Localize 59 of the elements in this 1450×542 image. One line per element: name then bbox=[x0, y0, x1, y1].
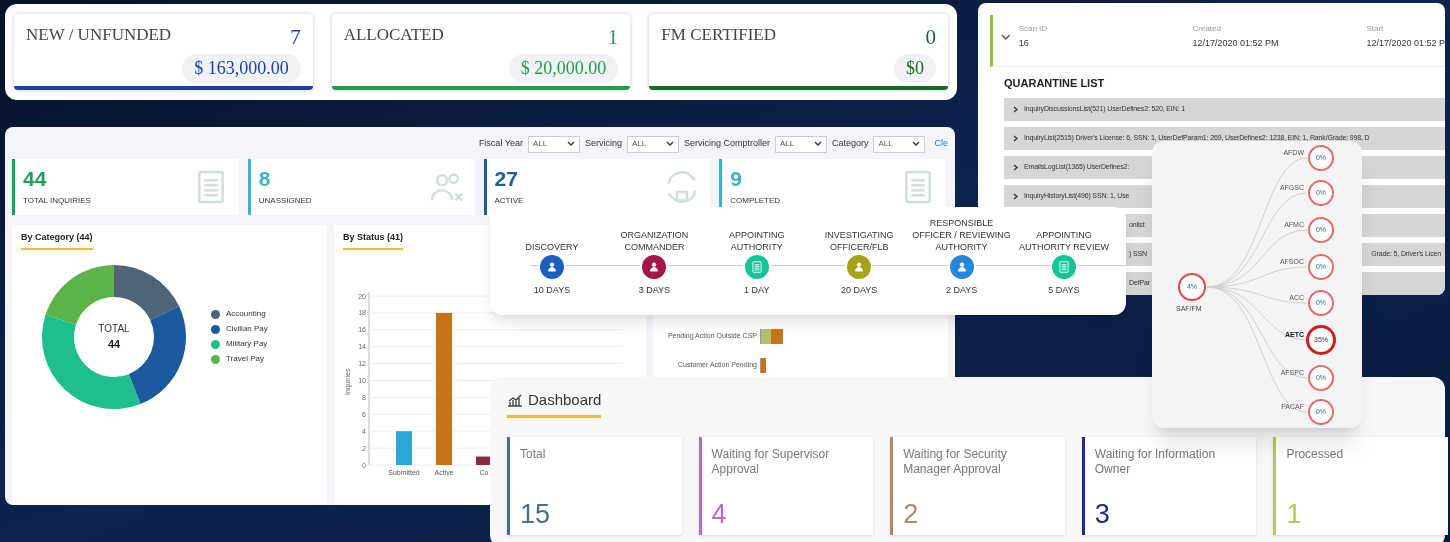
step-label: INVESTIGATING OFFICER/FLB bbox=[823, 229, 895, 253]
stat-label: TOTAL INQUIRIES bbox=[23, 195, 91, 207]
stat-value: 9 bbox=[730, 167, 743, 191]
status-label: Processed bbox=[1286, 446, 1345, 462]
panel-title: By Category (44) bbox=[21, 231, 93, 250]
card-count: 7 bbox=[290, 24, 301, 51]
legend-label: Military Pay bbox=[226, 338, 268, 350]
filter-label: Servicing bbox=[584, 137, 622, 151]
legend-label: Accounting bbox=[226, 308, 266, 320]
stat-value: 44 bbox=[23, 167, 48, 191]
stat-label: COMPLETED bbox=[730, 195, 781, 207]
panel-title: By Status (41) bbox=[343, 231, 404, 250]
step-duration: 5 DAYS bbox=[1048, 284, 1080, 297]
step-label: APPOINTING AUTHORITY bbox=[728, 229, 786, 253]
status-label: Waiting for Supervisor Approval bbox=[711, 446, 831, 477]
status-value: 2 bbox=[903, 498, 920, 529]
step-duration: 2 DAYS bbox=[945, 284, 978, 297]
amount-badge: $ 20,000.00 bbox=[508, 53, 619, 83]
card-count: 1 bbox=[607, 24, 619, 51]
donut-center-label: TOTAL bbox=[98, 321, 130, 336]
status-value: 4 bbox=[711, 498, 728, 529]
status-label: Total bbox=[520, 446, 547, 462]
amount-badge: $ 163,000.00 bbox=[182, 53, 301, 83]
stat-value: 8 bbox=[258, 167, 272, 191]
field-value: 12/17/2020 01:52 P bbox=[1366, 37, 1445, 50]
step-label: APPOINTING AUTHORITY REVIEW bbox=[1018, 229, 1110, 253]
step-duration: 3 DAYS bbox=[638, 284, 671, 297]
status-label: Waiting for Security Manager Approval bbox=[903, 446, 1008, 477]
status-value: 3 bbox=[1094, 498, 1111, 529]
step-duration: 1 DAY bbox=[744, 284, 770, 297]
status-label: Waiting for Information Owner bbox=[1094, 446, 1217, 477]
status-value: 15 bbox=[520, 498, 552, 529]
stat-label: ACTIVE bbox=[494, 195, 524, 207]
filter-label: Fiscal Year bbox=[478, 137, 523, 151]
legend-label: Travel Pay bbox=[226, 353, 264, 365]
step-duration: 10 DAYS bbox=[533, 284, 571, 297]
field-label: Start bbox=[1366, 23, 1385, 35]
field-value: 12/17/2020 01:52 PM bbox=[1192, 37, 1280, 50]
card-label: ALLOCATED bbox=[343, 24, 444, 46]
field-label: Scan ID bbox=[1018, 23, 1049, 35]
legend-label: Civilian Pay bbox=[226, 323, 268, 335]
card-label: NEW / UNFUNDED bbox=[26, 24, 172, 46]
step-duration: 20 DAYS bbox=[841, 284, 878, 297]
field-value: 16 bbox=[1018, 37, 1030, 50]
filter-label: Category bbox=[831, 137, 869, 151]
card-label: FM CERTIFIED bbox=[661, 24, 777, 46]
amount-badge: $0 bbox=[894, 53, 936, 83]
list-title: QUARANTINE LIST bbox=[1004, 75, 1105, 91]
step-label: RESPONSIBLE OFFICER / REVIEWING AUTHORITY bbox=[911, 217, 1012, 253]
card-count: 0 bbox=[925, 24, 936, 51]
filter-label: Servicing Comptroller bbox=[683, 137, 770, 151]
donut-center-value: 44 bbox=[107, 336, 121, 352]
step-label: ORGANIZATION COMMANDER bbox=[619, 229, 690, 253]
dashboard-title: Dashboard bbox=[528, 390, 602, 410]
stat-label: UNASSIGNED bbox=[258, 195, 312, 207]
status-value: 1 bbox=[1286, 498, 1303, 529]
stat-value: 27 bbox=[494, 167, 519, 191]
field-label: Created bbox=[1192, 23, 1222, 35]
step-label: DISCOVERY bbox=[525, 241, 579, 253]
